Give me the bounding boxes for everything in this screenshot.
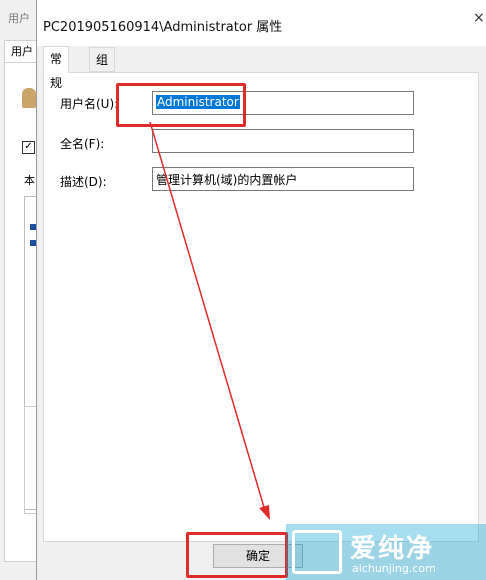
- watermark-text-en: aichunjing.com: [352, 562, 436, 575]
- tab-general[interactable]: 常规: [43, 46, 70, 90]
- watermark: 爱纯净 aichunjing.com: [286, 524, 486, 580]
- watermark-text-cn: 爱纯净: [350, 534, 435, 564]
- annotation-arrow: [149, 121, 270, 520]
- watermark-logo-icon: [292, 530, 342, 574]
